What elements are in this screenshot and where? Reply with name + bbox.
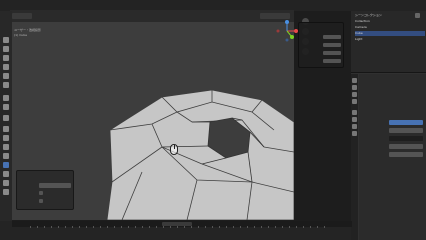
overlay-popover — [298, 22, 344, 68]
smooth-tool[interactable] — [3, 189, 9, 195]
render-tab-icon[interactable] — [352, 85, 357, 90]
transform-tool[interactable] — [3, 82, 9, 88]
outliner[interactable]: シーンコレクション Collection Camera Cube Light — [351, 11, 426, 73]
gizmo-y-icon — [290, 35, 294, 39]
properties-tabs — [351, 74, 358, 240]
cursor-tool[interactable] — [3, 46, 9, 52]
spin-tool[interactable] — [3, 180, 9, 186]
annotate-tool[interactable] — [3, 95, 9, 101]
filter-icon[interactable] — [415, 13, 420, 18]
mouse-indicator-icon — [170, 144, 178, 155]
viewport-header — [10, 10, 294, 22]
extrude-tool[interactable] — [3, 126, 9, 132]
data-tab-icon[interactable] — [352, 124, 357, 129]
outliner-row[interactable]: Camera — [355, 25, 425, 30]
outliner-row-selected[interactable]: Cube — [355, 31, 425, 36]
outliner-row[interactable]: Collection — [355, 19, 425, 24]
gizmo-z-icon — [285, 20, 289, 24]
mesh-face — [106, 89, 294, 220]
properties-editor — [359, 74, 426, 240]
loop-cut-tool[interactable] — [3, 153, 9, 159]
inset-tool[interactable] — [3, 135, 9, 141]
select-box-tool[interactable] — [3, 37, 9, 43]
add-cube-tool[interactable] — [3, 115, 9, 121]
scene-tab-icon[interactable] — [352, 99, 357, 104]
object-mode-dropdown[interactable] — [12, 13, 32, 19]
outliner-row[interactable]: Light — [355, 37, 425, 42]
properties-field[interactable] — [389, 128, 423, 133]
add-menu[interactable] — [60, 13, 70, 19]
properties-field[interactable] — [389, 152, 423, 157]
select-menu[interactable] — [48, 13, 58, 19]
operator-field[interactable] — [39, 183, 71, 188]
output-tab-icon[interactable] — [352, 92, 357, 97]
modifier-tab-icon[interactable] — [352, 117, 357, 122]
knife-tool[interactable] — [3, 162, 9, 168]
rotate-tool[interactable] — [3, 64, 9, 70]
scale-tool[interactable] — [3, 73, 9, 79]
tool-tab-icon[interactable] — [352, 78, 357, 83]
material-tab-icon[interactable] — [352, 131, 357, 136]
blender-window: ユーザー・透視投影 (1) Cube シーンコレクション Collection … — [0, 0, 426, 240]
measure-tool[interactable] — [3, 104, 9, 110]
popover-field[interactable] — [323, 59, 341, 63]
toolbar — [0, 11, 12, 221]
mesh-menu[interactable] — [72, 13, 82, 19]
right-panels: シーンコレクション Collection Camera Cube Light — [351, 11, 426, 240]
timeline-ruler — [30, 226, 330, 228]
popover-field[interactable] — [323, 51, 341, 55]
view-menu[interactable] — [36, 13, 46, 19]
move-tool[interactable] — [3, 55, 9, 61]
object-tab-icon[interactable] — [352, 110, 357, 115]
properties-field[interactable] — [389, 136, 423, 141]
navigation-gizmo[interactable] — [274, 18, 300, 44]
popover-field[interactable] — [323, 35, 341, 39]
properties-field[interactable] — [389, 120, 423, 125]
properties-field[interactable] — [389, 144, 423, 149]
last-operator-panel — [16, 170, 74, 210]
operator-checkbox[interactable] — [39, 199, 43, 203]
bevel-tool[interactable] — [3, 144, 9, 150]
poly-build-tool[interactable] — [3, 171, 9, 177]
popover-field[interactable] — [323, 43, 341, 47]
operator-checkbox[interactable] — [39, 191, 43, 195]
